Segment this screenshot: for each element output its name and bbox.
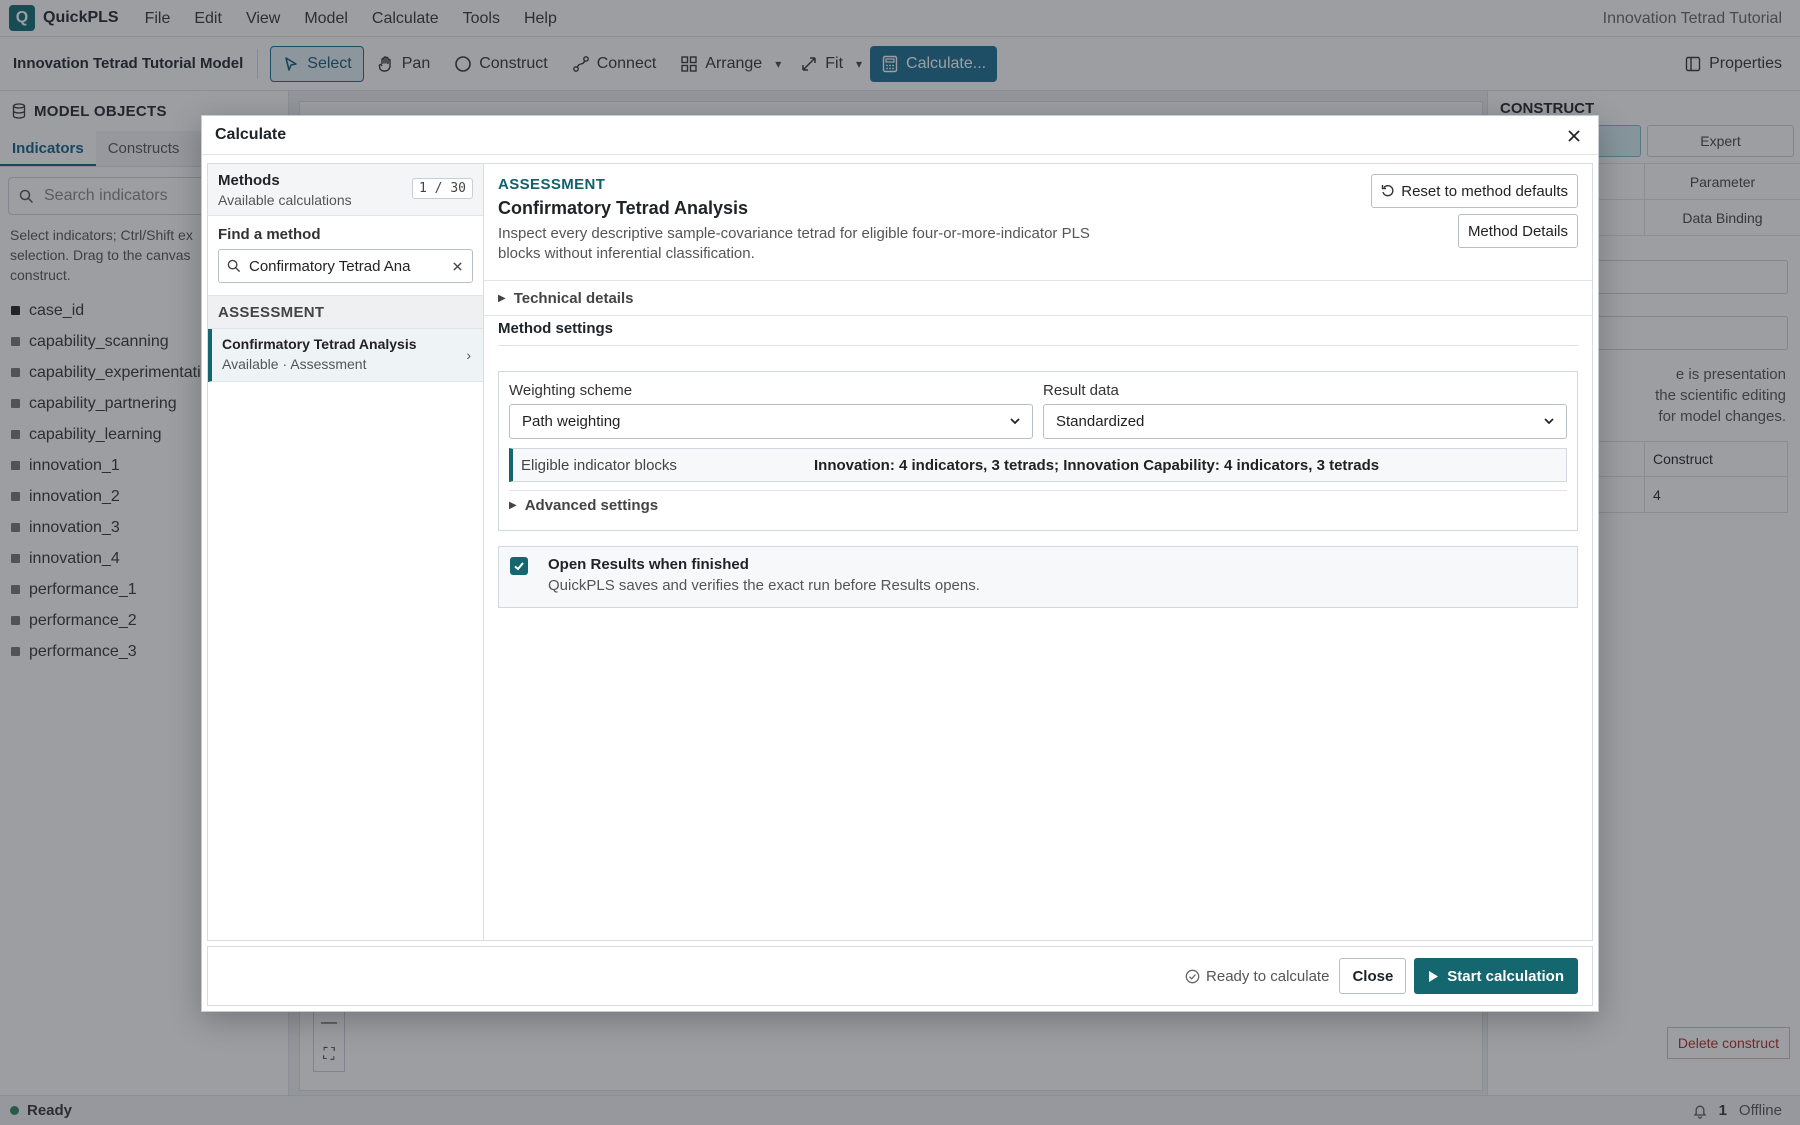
- method-group-header: ASSESSMENT: [208, 295, 483, 329]
- result-data-label: Result data: [1043, 382, 1119, 399]
- play-icon: [1428, 970, 1439, 983]
- chevron-down-icon: [1008, 414, 1022, 432]
- weighting-scheme-group: Weighting scheme Path weighting: [509, 382, 1033, 439]
- dialog-footer: Ready to calculate Close Start calculati…: [207, 946, 1593, 1006]
- result-data-select[interactable]: Standardized: [1043, 404, 1567, 439]
- start-calculation-button[interactable]: Start calculation: [1414, 958, 1578, 994]
- description-line: blocks without inferential classificatio…: [498, 245, 755, 262]
- open-results-option: Open Results when finished QuickPLS save…: [498, 546, 1578, 608]
- advanced-settings-label: Advanced settings: [524, 497, 659, 514]
- eligible-blocks-row: Eligible indicator blocks Innovation: 4 …: [509, 448, 1567, 482]
- description-line: Inspect every descriptive sample-covaria…: [498, 225, 1090, 242]
- check-circle-icon: [1185, 969, 1200, 984]
- method-item-name: Confirmatory Tetrad Analysis: [222, 336, 417, 352]
- method-detail-panel: ASSESSMENT Confirmatory Tetrad Analysis …: [483, 163, 1593, 941]
- find-method-section: Find a method: [208, 216, 483, 283]
- method-item-confirmatory-tetrad[interactable]: Confirmatory Tetrad Analysis Available ·…: [208, 329, 483, 382]
- check-icon: [513, 560, 525, 572]
- chevron-down-icon: [1542, 414, 1556, 432]
- clear-search-icon[interactable]: [448, 257, 466, 275]
- open-results-label: Open Results when finished: [548, 556, 749, 573]
- eligible-blocks-label: Eligible indicator blocks: [521, 456, 677, 474]
- settings-select-row: Weighting scheme Path weighting Result d…: [509, 382, 1567, 439]
- find-method-label: Find a method: [218, 226, 321, 243]
- close-icon: [1567, 129, 1581, 143]
- close-button[interactable]: Close: [1339, 958, 1407, 994]
- weighting-scheme-value: Path weighting: [522, 413, 621, 430]
- reset-defaults-label: Reset to method defaults: [1401, 182, 1568, 200]
- reset-icon: [1381, 184, 1395, 198]
- method-search-input[interactable]: [249, 257, 439, 275]
- caret-right-icon: ▶: [509, 500, 517, 511]
- chevron-right-icon: ›: [466, 347, 471, 363]
- technical-details-label: Technical details: [513, 289, 634, 307]
- method-header: ASSESSMENT Confirmatory Tetrad Analysis …: [484, 164, 1592, 280]
- open-results-hint: QuickPLS saves and verifies the exact ru…: [548, 577, 980, 594]
- start-calculation-label: Start calculation: [1447, 967, 1564, 985]
- dialog-close-button[interactable]: [1562, 124, 1586, 148]
- methods-header: Methods Available calculations 1 / 30: [208, 164, 483, 216]
- method-item-status: Available · Assessment: [222, 356, 367, 372]
- search-icon: [227, 259, 241, 273]
- result-data-value: Standardized: [1056, 413, 1145, 430]
- method-description: Inspect every descriptive sample-covaria…: [498, 224, 1098, 264]
- result-data-group: Result data Standardized: [1043, 382, 1567, 439]
- calculate-dialog: Calculate Methods Available calculations…: [201, 115, 1599, 1012]
- reset-defaults-button[interactable]: Reset to method defaults: [1371, 174, 1578, 208]
- methods-count-badge: 1 / 30: [412, 178, 473, 199]
- methods-panel: Methods Available calculations 1 / 30 Fi…: [207, 163, 483, 941]
- technical-details-toggle[interactable]: ▶ Technical details: [484, 280, 1592, 316]
- eligible-blocks-value: Innovation: 4 indicators, 3 tetrads; Inn…: [814, 456, 1380, 474]
- method-settings-box: Weighting scheme Path weighting Result d…: [498, 371, 1578, 531]
- method-search-box: [218, 249, 473, 283]
- advanced-settings-toggle[interactable]: ▶ Advanced settings: [509, 490, 1567, 520]
- method-settings-title: Method settings: [498, 320, 1578, 346]
- dialog-title: Calculate: [202, 116, 1598, 155]
- ready-status: Ready to calculate: [1185, 968, 1329, 985]
- weighting-scheme-select[interactable]: Path weighting: [509, 404, 1033, 439]
- caret-right-icon: ▶: [498, 292, 506, 304]
- open-results-checkbox[interactable]: [510, 557, 528, 575]
- weighting-scheme-label: Weighting scheme: [509, 382, 633, 399]
- ready-status-text: Ready to calculate: [1206, 967, 1330, 985]
- method-details-button[interactable]: Method Details: [1457, 214, 1578, 248]
